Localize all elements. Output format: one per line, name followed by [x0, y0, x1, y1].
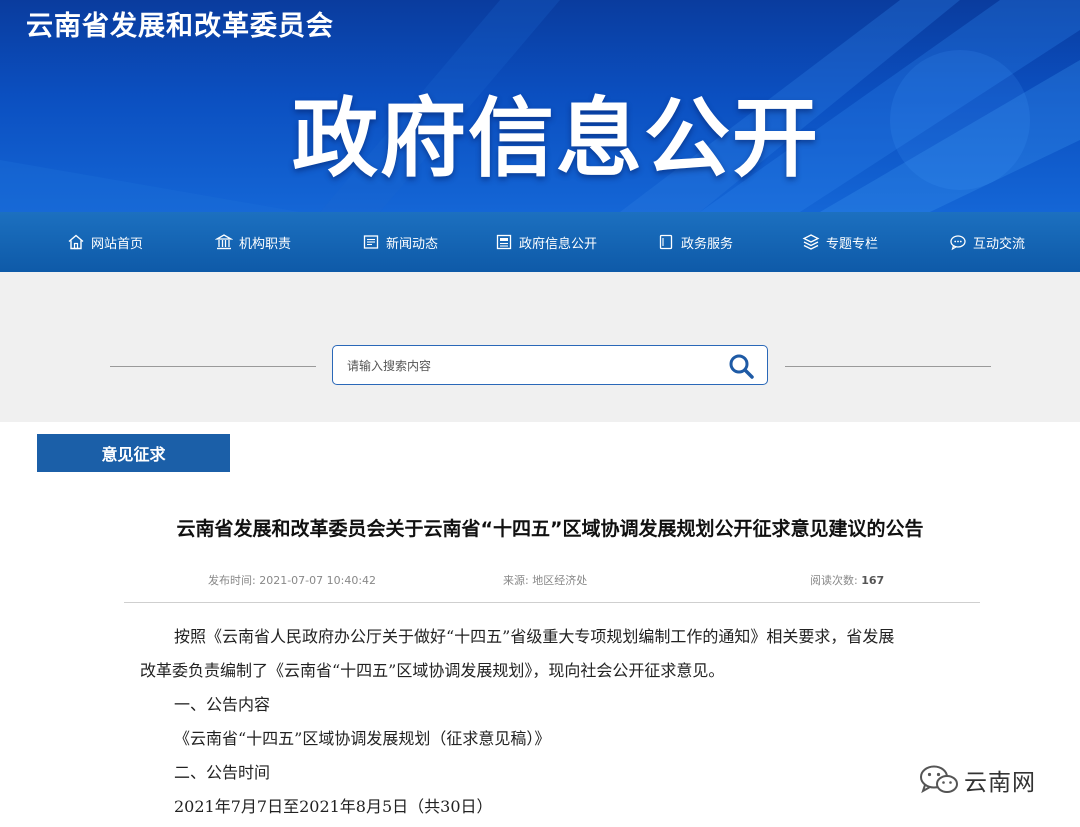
category-tab[interactable]: 意见征求	[37, 434, 230, 472]
publish-time-label: 发布时间:	[208, 574, 256, 587]
view-count: 阅读次数: 167	[810, 572, 884, 588]
section-heading-time: 二、公告时间	[174, 763, 271, 782]
search-box	[332, 345, 768, 386]
right-divider-line	[785, 366, 991, 367]
section-heading-content: 一、公告内容	[174, 695, 271, 714]
nav-label-gov-info: 政府信息公开	[519, 236, 598, 252]
paragraph-3: 2021年7月7日至2021年8月5日（共30日）	[174, 797, 493, 816]
nav-label-interaction: 互动交流	[973, 236, 1026, 252]
banner-title: 政府信息公开	[292, 89, 820, 189]
view-count-value: 167	[861, 574, 885, 587]
search-section	[0, 272, 1080, 422]
nav-item-gov-info[interactable]: 政府信息公开	[495, 212, 597, 272]
header-banner: 云南省发展和改革委员会 政府信息公开	[0, 0, 1080, 212]
nav-label-institution: 机构职责	[239, 236, 292, 252]
article-body: 按照《云南省人民政府办公厅关于做好“十四五”省级重大专项规划编制工作的通知》相关…	[140, 620, 970, 824]
home-icon	[67, 233, 85, 251]
nav-item-institution[interactable]: 机构职责	[215, 212, 291, 272]
service-icon	[657, 233, 675, 251]
institution-icon	[215, 233, 233, 251]
meta-divider	[124, 602, 980, 603]
article-title: 云南省发展和改革委员会关于云南省“十四五”区域协调发展规划公开征求意见建议的公告	[176, 518, 924, 540]
watermark-text: 云南网	[964, 770, 1036, 796]
search-icon[interactable]	[727, 353, 755, 379]
source-label: 来源:	[503, 574, 529, 587]
source: 来源: 地区经济处	[503, 572, 587, 588]
wechat-icon	[918, 763, 960, 797]
source-value: 地区经济处	[532, 574, 588, 587]
nav-label-topics: 专题专栏	[826, 236, 879, 252]
nav-item-news[interactable]: 新闻动态	[362, 212, 438, 272]
paragraph-2: 《云南省“十四五”区域协调发展规划（征求意见稿）》	[174, 729, 551, 748]
chat-icon	[949, 233, 967, 251]
search-input[interactable]	[345, 346, 709, 386]
nav-item-services[interactable]: 政务服务	[657, 212, 733, 272]
left-divider-line	[110, 366, 316, 367]
nav-item-home[interactable]: 网站首页	[67, 212, 143, 272]
newspaper-icon	[362, 233, 380, 251]
layers-icon	[802, 233, 820, 251]
publish-time: 发布时间: 2021-07-07 10:40:42	[208, 572, 376, 588]
main-nav: 网站首页 机构职责 新闻动态 政府信息公开 政务服务 专题专栏 互动交流	[0, 212, 1080, 272]
paragraph-1-line-1: 按照《云南省人民政府办公厅关于做好“十四五”省级重大专项规划编制工作的通知》相关…	[174, 627, 895, 646]
nav-label-services: 政务服务	[681, 236, 734, 252]
watermark: 云南网	[918, 763, 1036, 797]
view-count-label: 阅读次数:	[810, 574, 858, 587]
nav-label-news: 新闻动态	[386, 236, 439, 252]
nav-item-topics[interactable]: 专题专栏	[802, 212, 878, 272]
publish-time-value: 2021-07-07 10:40:42	[259, 574, 377, 587]
nav-label-home: 网站首页	[91, 236, 144, 252]
site-name[interactable]: 云南省发展和改革委员会	[26, 4, 334, 43]
nav-item-interaction[interactable]: 互动交流	[949, 212, 1025, 272]
category-underline	[37, 472, 230, 474]
document-icon	[495, 233, 513, 251]
paragraph-1-line-2: 改革委负责编制了《云南省“十四五”区域协调发展规划》，现向社会公开征求意见。	[140, 661, 725, 680]
